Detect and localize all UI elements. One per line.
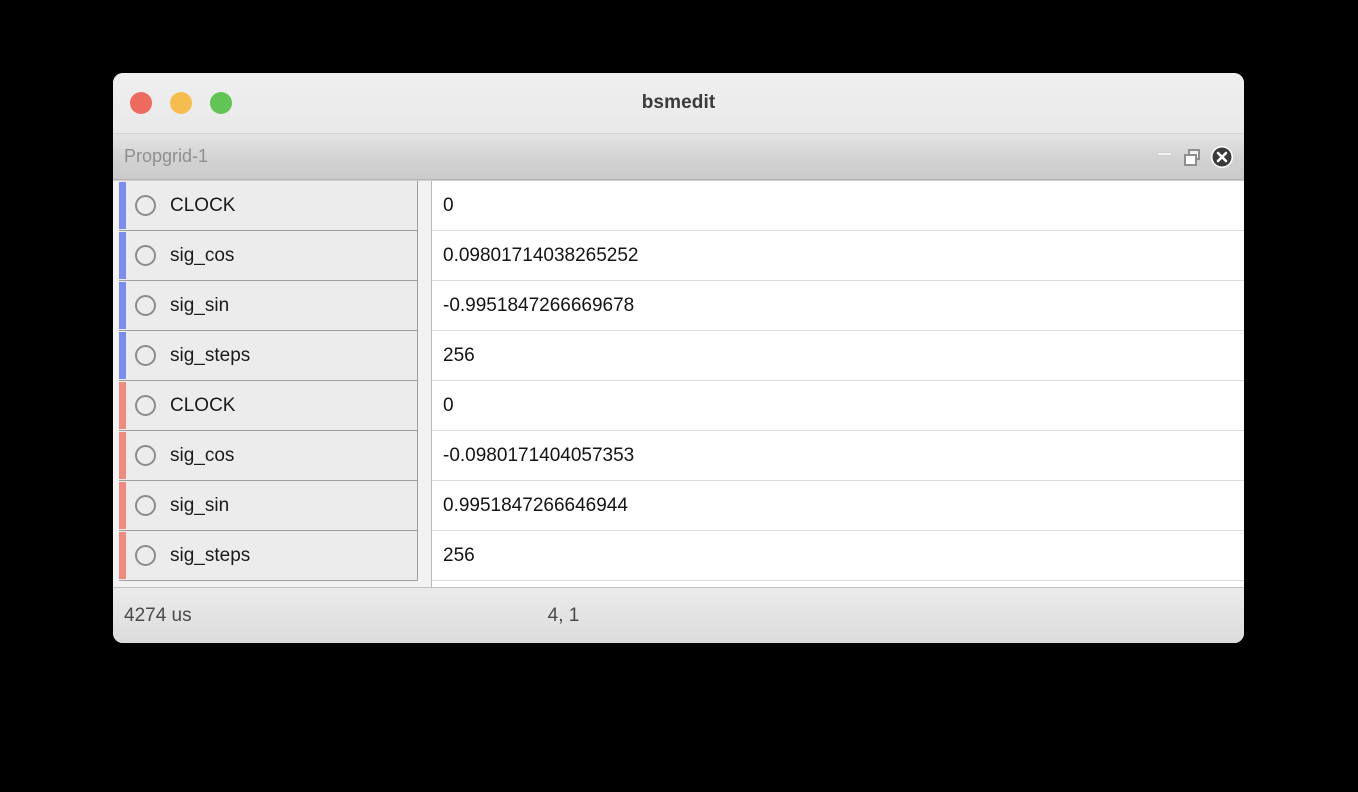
restore-icon[interactable] — [1182, 146, 1204, 168]
row-group-accent-bar — [119, 282, 126, 329]
row-group-accent-bar — [119, 232, 126, 279]
property-name-label: sig_sin — [170, 294, 230, 316]
property-row-name[interactable]: CLOCK — [119, 181, 418, 231]
property-row-value[interactable]: 0 — [432, 381, 1244, 431]
mdi-child-title: Propgrid-1 — [124, 146, 209, 166]
property-name-label: sig_cos — [170, 444, 235, 466]
row-group-accent-bar — [119, 532, 126, 579]
window-zoom-button[interactable] — [210, 92, 232, 114]
property-value-column: 0 0.09801714038265252 -0.9951847266669678 2… — [432, 181, 1244, 587]
mdi-child-titlebar[interactable]: Propgrid-1 — [113, 134, 1244, 180]
window-close-button[interactable] — [130, 92, 152, 114]
circle-icon[interactable] — [135, 295, 156, 316]
row-group-accent-bar — [119, 432, 126, 479]
property-value-text: -0.0980171404057353 — [443, 444, 635, 466]
property-row-name[interactable]: sig_sin — [119, 481, 418, 531]
property-row-value[interactable]: 256 — [432, 531, 1244, 581]
property-row-name[interactable]: sig_cos — [119, 231, 418, 281]
property-row-name[interactable]: sig_sin — [119, 281, 418, 331]
circle-icon[interactable] — [135, 195, 156, 216]
row-group-accent-bar — [119, 482, 126, 529]
property-name-column: CLOCK sig_cos sig_sin sig_steps CLOCK sig_cos… — [113, 181, 418, 587]
circle-icon[interactable] — [135, 545, 156, 566]
circle-icon[interactable] — [135, 245, 156, 266]
property-value-text: 256 — [443, 344, 475, 366]
window-title: bsmedit — [641, 92, 716, 113]
circle-icon[interactable] — [135, 495, 156, 516]
circle-icon[interactable] — [135, 345, 156, 366]
property-value-text: 256 — [443, 544, 475, 566]
minimize-icon[interactable] — [1154, 146, 1176, 168]
status-position: 4, 1 — [547, 604, 580, 626]
property-row-name[interactable]: sig_steps — [119, 531, 418, 581]
property-row-value[interactable]: -0.9951847266669678 — [432, 281, 1244, 331]
circle-icon[interactable] — [135, 445, 156, 466]
property-name-label: sig_sin — [170, 494, 230, 516]
status-elapsed-time: 4274 us — [124, 604, 192, 626]
mdi-area: Propgrid-1 CLOCKsig_cossig_sinsig_ste — [113, 134, 1244, 643]
property-row-value[interactable]: 256 — [432, 331, 1244, 381]
mdi-child-controls — [1154, 134, 1234, 179]
property-grid: CLOCK sig_cos sig_sin sig_steps CLOCK sig_cos… — [113, 180, 1244, 587]
screen: bsmedit Propgrid-1 CLOCK sig_cos sig_sin… — [0, 0, 1358, 792]
application-window: bsmedit Propgrid-1 CLOCK sig_cos sig_sin… — [113, 73, 1244, 643]
property-row-name[interactable]: sig_cos — [119, 431, 418, 481]
close-icon[interactable] — [1210, 145, 1234, 169]
circle-icon[interactable] — [135, 395, 156, 416]
property-row-value[interactable]: 0.09801714038265252 — [432, 231, 1244, 281]
row-group-accent-bar — [119, 332, 126, 379]
property-value-text: 0.9951847266646944 — [443, 494, 628, 516]
column-splitter[interactable] — [418, 181, 432, 587]
property-name-label: sig_steps — [170, 544, 251, 566]
property-row-name[interactable]: CLOCK — [119, 381, 418, 431]
row-group-accent-bar — [119, 382, 126, 429]
traffic-light-group — [130, 73, 232, 133]
row-group-accent-bar — [119, 182, 126, 229]
property-name-label: CLOCK — [170, 394, 236, 416]
status-bar: 4274 us 4, 1 — [113, 587, 1244, 643]
property-row-value[interactable]: 0 — [432, 181, 1244, 231]
property-name-label: sig_cos — [170, 244, 235, 266]
property-value-text: -0.9951847266669678 — [443, 294, 635, 316]
property-value-text: 0.09801714038265252 — [443, 244, 639, 266]
property-row-value[interactable]: 0.9951847266646944 — [432, 481, 1244, 531]
window-titlebar[interactable]: bsmedit — [113, 73, 1244, 134]
property-name-label: sig_steps — [170, 344, 251, 366]
window-minimize-button[interactable] — [170, 92, 192, 114]
property-value-text: 0 — [443, 194, 454, 216]
property-value-text: 0 — [443, 394, 454, 416]
property-row-name[interactable]: sig_steps — [119, 331, 418, 381]
property-name-label: CLOCK — [170, 194, 236, 216]
property-row-value[interactable]: -0.0980171404057353 — [432, 431, 1244, 481]
